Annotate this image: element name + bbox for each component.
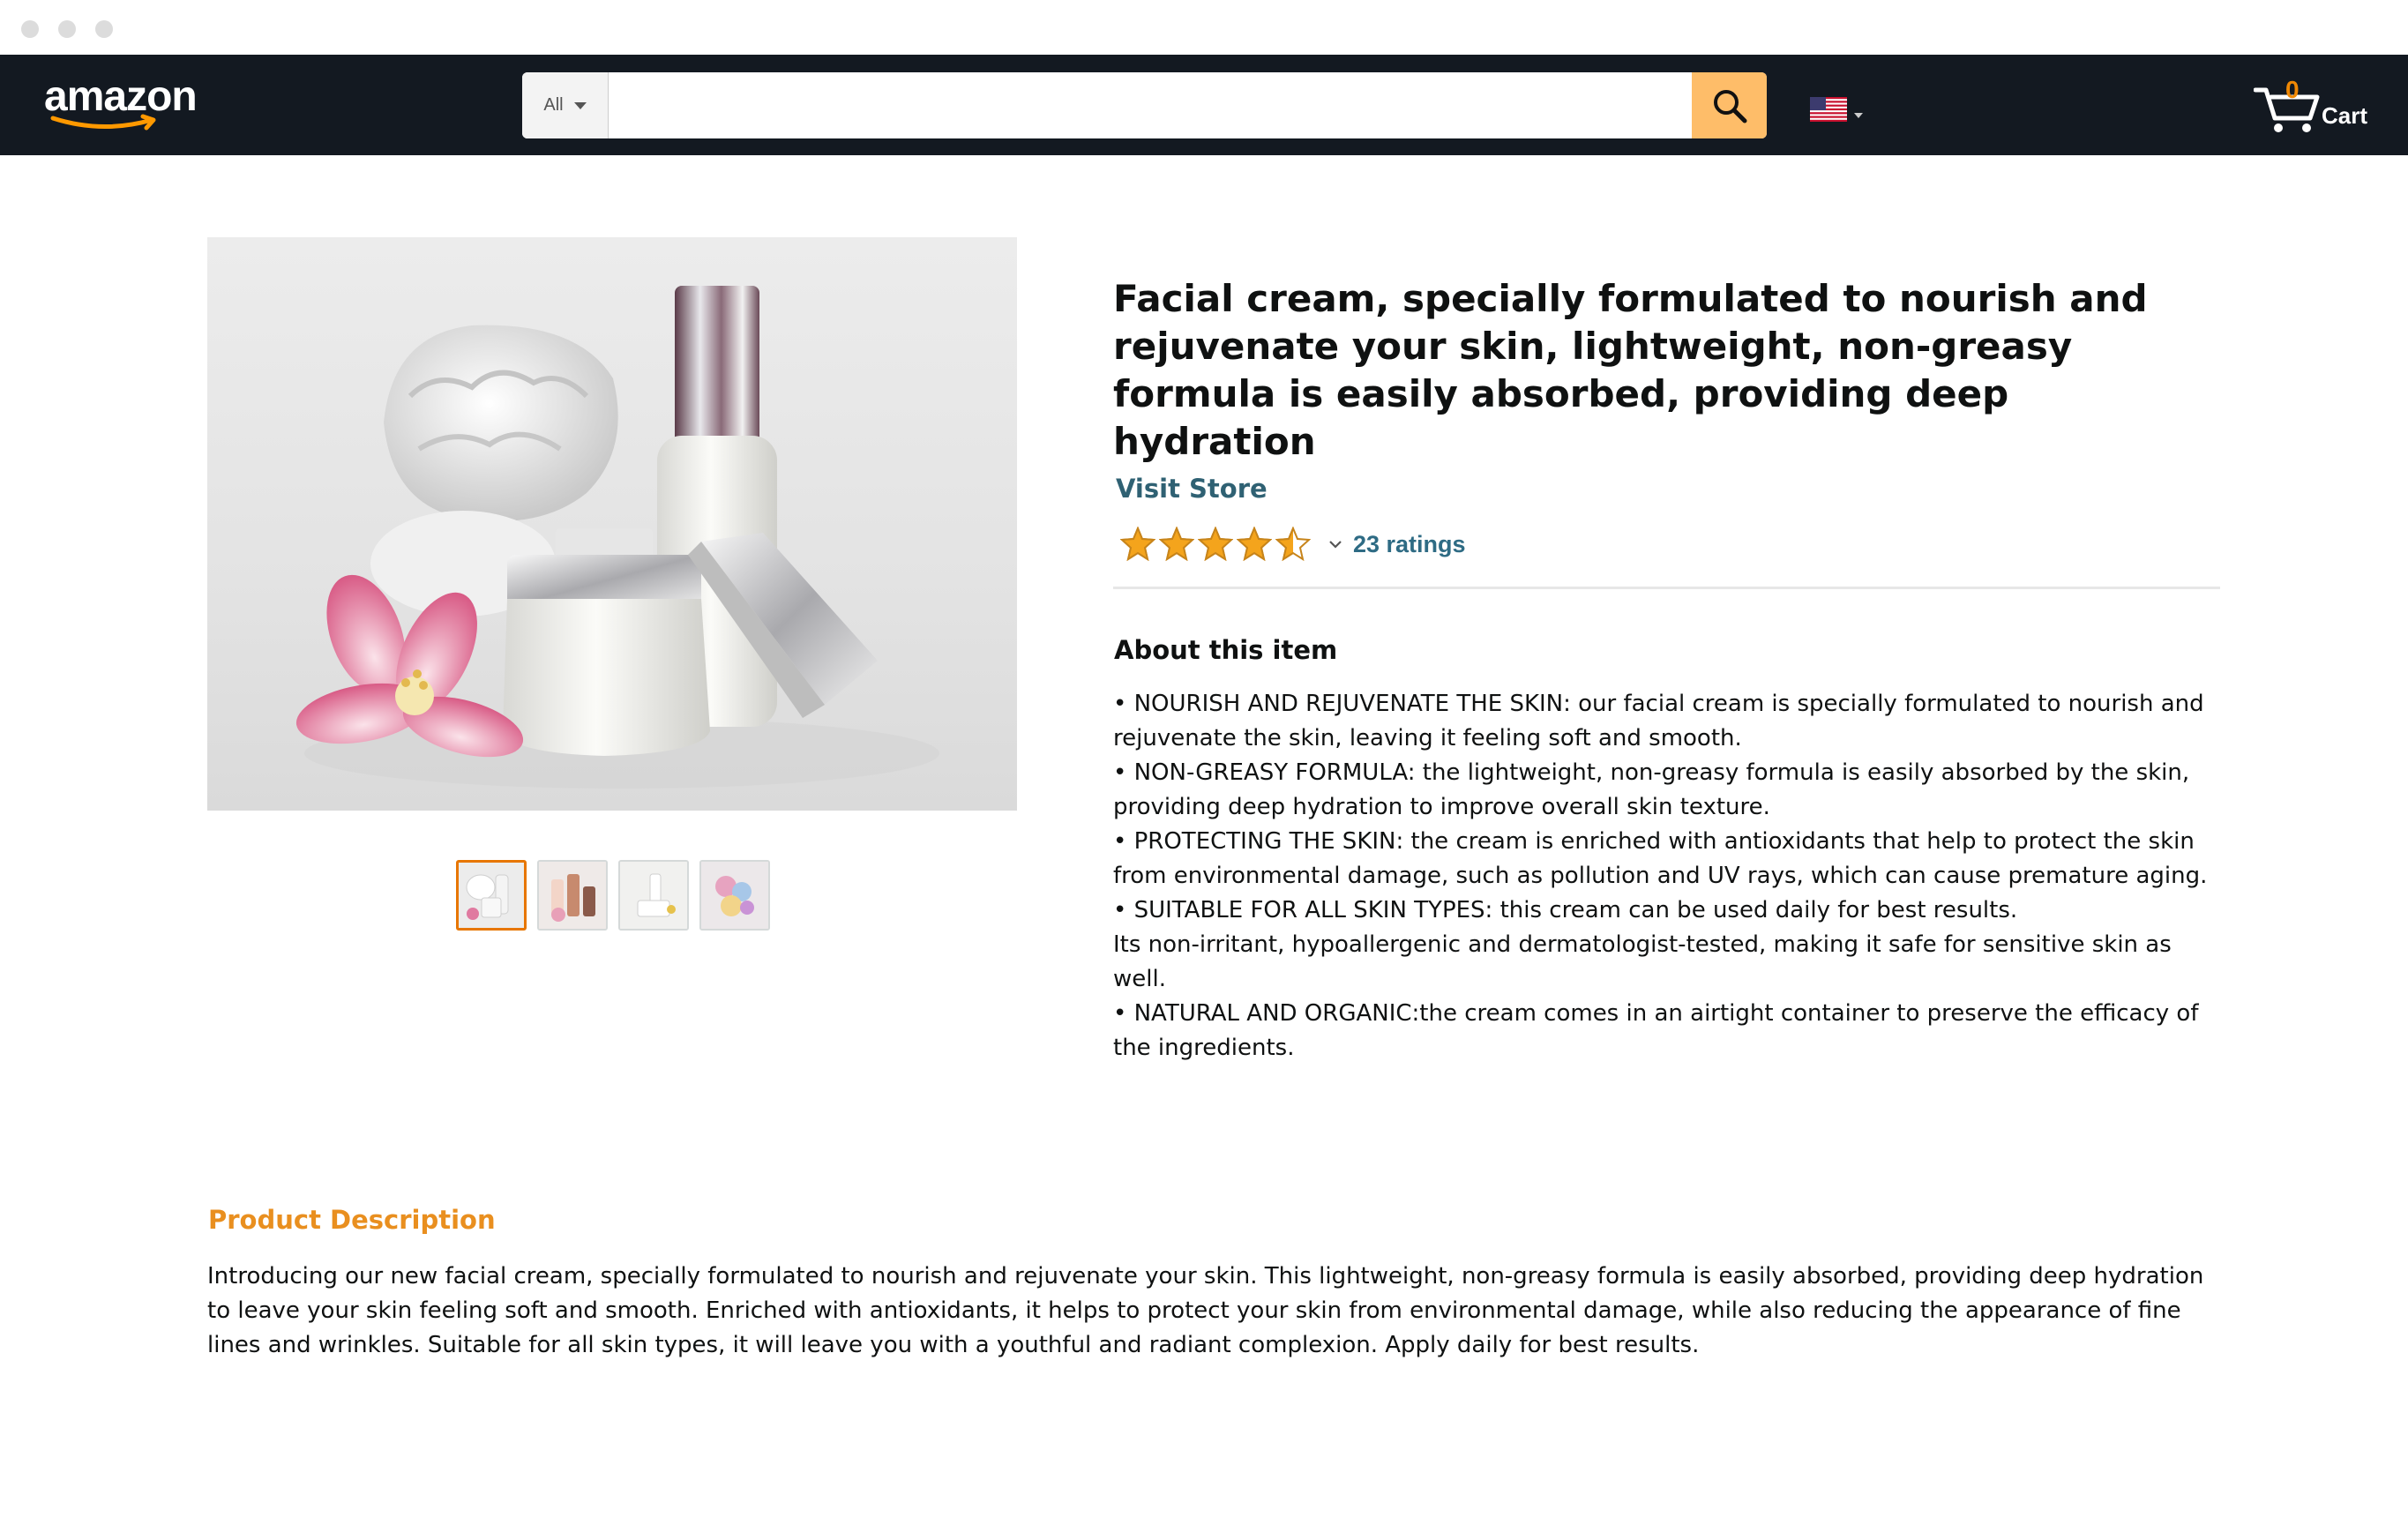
window-minimize-dot[interactable]: [58, 20, 76, 38]
about-bullets: • NOURISH AND REJUVENATE THE SKIN: our f…: [1113, 687, 2225, 1065]
thumbnail-image: [459, 863, 524, 928]
bullet-item: • NATURAL AND ORGANIC:the cream comes in…: [1113, 1000, 2199, 1061]
language-selector[interactable]: [1810, 97, 1863, 122]
search-category-label: All: [543, 95, 564, 115]
section-divider: [1113, 587, 2220, 589]
visit-store-link[interactable]: Visit Store: [1116, 474, 1268, 504]
thumbnail-3[interactable]: [618, 860, 689, 931]
chevron-down-icon: [573, 101, 587, 109]
star-icon: [1275, 527, 1311, 562]
product-main-image[interactable]: [207, 237, 1017, 811]
thumbnail-strip: [456, 860, 770, 931]
thumbnail-4[interactable]: [699, 860, 770, 931]
product-description-body: Introducing our new facial cream, specia…: [207, 1263, 2204, 1358]
bullet-item: • SUITABLE FOR ALL SKIN TYPES: this crea…: [1113, 897, 2018, 923]
cart-count-badge: 0: [2285, 76, 2300, 103]
chevron-down-icon: [1854, 113, 1863, 118]
thumbnail-image: [539, 862, 606, 929]
ratings-count-link[interactable]: 23 ratings: [1353, 531, 1466, 558]
star-icon: [1198, 527, 1233, 562]
bullet-item: • NON-GREASY FORMULA: the lightweight, n…: [1113, 759, 2190, 820]
thumbnail-image: [620, 862, 687, 929]
rating-row: 23 ratings: [1120, 525, 1466, 564]
amazon-logo[interactable]: amazon: [44, 72, 221, 134]
star-icon: [1159, 527, 1194, 562]
bullet-item: Its non-irritant, hypoallergenic and der…: [1113, 931, 2172, 992]
bullet-item: • PROTECTING THE SKIN: the cream is enri…: [1113, 828, 2208, 889]
bullet-item: • NOURISH AND REJUVENATE THE SKIN: our f…: [1113, 691, 2204, 751]
star-icon: [1120, 527, 1155, 562]
window-close-dot[interactable]: [21, 20, 39, 38]
search-category-dropdown[interactable]: All: [522, 72, 609, 138]
star-icon: [1237, 527, 1272, 562]
search-button[interactable]: [1692, 72, 1767, 138]
thumbnail-1[interactable]: [456, 860, 527, 931]
about-this-item-heading: About this item: [1114, 635, 1338, 665]
thumbnail-image: [701, 862, 768, 929]
thumbnail-2[interactable]: [537, 860, 608, 931]
star-rating[interactable]: [1120, 527, 1311, 562]
amazon-smile-logo-icon: [50, 114, 156, 131]
cart-label: Cart: [2322, 102, 2368, 129]
search-icon: [1713, 89, 1746, 123]
us-flag-icon: [1810, 97, 1847, 122]
cart-button[interactable]: 0 Cart: [2254, 76, 2395, 138]
search-input[interactable]: [609, 72, 1685, 138]
facial-cream-product-photo: [295, 286, 939, 789]
nav-bar: amazon All 0 Cart: [0, 55, 2408, 155]
search-bar: All: [522, 72, 1767, 138]
product-description-heading: Product Description: [208, 1205, 496, 1235]
chevron-down-icon[interactable]: [1328, 539, 1342, 549]
window-maximize-dot[interactable]: [95, 20, 113, 38]
product-title: Facial cream, specially formulated to no…: [1113, 277, 2148, 463]
window-titlebar: [0, 0, 2408, 55]
